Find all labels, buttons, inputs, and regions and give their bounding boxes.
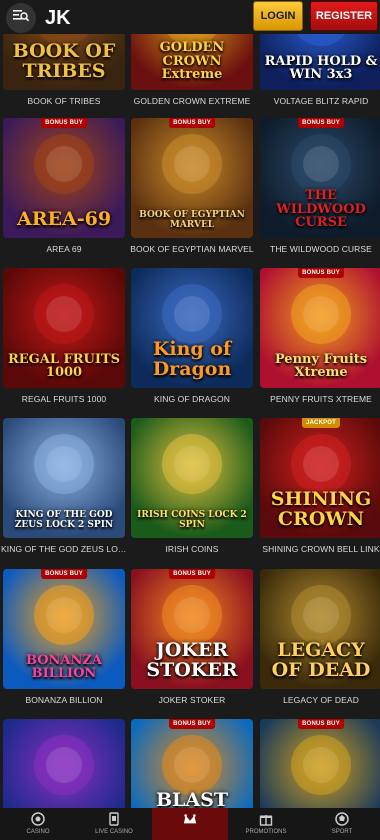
svg-text:JK: JK bbox=[45, 7, 71, 29]
bonus-buy-badge: BONUS BUY bbox=[169, 118, 215, 128]
bonus-buy-badge: BONUS BUY bbox=[41, 118, 87, 128]
header-bar: JK LOGIN REGISTER bbox=[0, 0, 380, 34]
game-thumbnail[interactable]: BOOK OF EGYPTIAN MARVEL BONUS BUY bbox=[131, 118, 253, 238]
game-caption[interactable]: THE WILDWOOD CURSE bbox=[258, 244, 380, 254]
game-thumbnail[interactable]: SHINING CROWN JACKPOT bbox=[260, 418, 380, 538]
game-art-title: BONANZA BILLION bbox=[26, 652, 102, 682]
nav-label: SPORT bbox=[331, 829, 353, 835]
game-art-title: IRISH COINS LOCK 2 SPIN bbox=[137, 510, 247, 530]
game-thumbnail[interactable]: JOKER STOKER BONUS BUY bbox=[131, 569, 253, 689]
nav-item-promotions[interactable]: PROMOTIONS bbox=[228, 808, 304, 840]
game-art-title: BOOK OF EGYPTIAN MARVEL bbox=[139, 210, 245, 230]
cards-icon bbox=[107, 812, 121, 826]
bonus-buy-badge: BONUS BUY bbox=[169, 569, 215, 579]
nav-item-live-casino[interactable]: LIVE CASINO bbox=[76, 808, 152, 840]
nav-item-games[interactable] bbox=[152, 808, 228, 840]
game-caption[interactable]: VOLTAGE BLITZ RAPID bbox=[258, 96, 380, 106]
jackpot-badge: JACKPOT bbox=[301, 418, 341, 428]
ball-icon bbox=[335, 812, 349, 826]
register-button[interactable]: REGISTER bbox=[310, 1, 378, 31]
game-caption[interactable]: LEGACY OF DEAD bbox=[258, 695, 380, 705]
game-caption[interactable]: KING OF THE GOD ZEUS LOCK 2 SPIN bbox=[1, 544, 127, 554]
game-art-title: GOLDEN CROWN Extreme bbox=[159, 40, 225, 83]
game-art-title: THE WILDWOOD CURSE bbox=[276, 188, 366, 231]
gift-icon bbox=[259, 812, 273, 826]
nav-label: CASINO bbox=[26, 829, 50, 835]
game-caption[interactable]: JOKER STOKER bbox=[129, 695, 255, 705]
game-thumbnail[interactable]: Penny Fruits Xtreme BONUS BUY bbox=[260, 268, 380, 388]
game-caption[interactable]: BONANZA BILLION bbox=[1, 695, 127, 705]
game-caption[interactable]: KING OF DRAGON bbox=[129, 394, 255, 404]
game-thumbnail[interactable]: KING OF THE GOD ZEUS LOCK 2 SPIN bbox=[3, 418, 125, 538]
game-caption[interactable]: BOOK OF TRIBES bbox=[1, 96, 127, 106]
game-thumbnail[interactable]: THE WILDWOOD CURSE BONUS BUY bbox=[260, 118, 380, 238]
jester-hat-icon bbox=[183, 812, 197, 826]
game-caption[interactable]: REGAL FRUITS 1000 bbox=[1, 394, 127, 404]
login-button[interactable]: LOGIN bbox=[253, 1, 303, 31]
game-art-title: RAPID HOLD & WIN 3x3 bbox=[264, 53, 378, 83]
game-thumbnail[interactable]: IRISH COINS LOCK 2 SPIN bbox=[131, 418, 253, 538]
nav-item-sport[interactable]: SPORT bbox=[304, 808, 380, 840]
game-caption[interactable]: GOLDEN CROWN EXTREME bbox=[129, 96, 255, 106]
game-thumbnail[interactable]: King of Dragon bbox=[131, 268, 253, 388]
game-caption[interactable]: PENNY FRUITS XTREME bbox=[258, 394, 380, 404]
game-thumbnail[interactable]: BONANZA BILLION BONUS BUY bbox=[3, 569, 125, 689]
game-art-title: JOKER STOKER bbox=[146, 639, 238, 682]
game-thumbnail[interactable]: AREA-69 BONUS BUY bbox=[3, 118, 125, 238]
game-art-title: SHINING CROWN bbox=[270, 488, 372, 531]
bonus-buy-badge: BONUS BUY bbox=[298, 118, 344, 128]
menu-search-icon bbox=[13, 9, 30, 28]
bonus-buy-badge: BONUS BUY bbox=[169, 719, 215, 729]
game-art-title: King of Dragon bbox=[152, 338, 232, 381]
menu-button[interactable] bbox=[6, 3, 36, 33]
nav-label: PROMOTIONS bbox=[245, 829, 287, 835]
game-art-title: AREA-69 bbox=[16, 208, 112, 231]
game-art-title: LEGACY OF DEAD bbox=[271, 639, 371, 682]
game-thumbnail[interactable]: REGAL FRUITS 1000 bbox=[3, 268, 125, 388]
game-caption[interactable]: SHINING CROWN BELL LINK bbox=[258, 544, 380, 554]
game-art-title: Penny Fruits Xtreme bbox=[274, 351, 368, 381]
game-art-title: KING OF THE GOD ZEUS LOCK 2 SPIN bbox=[14, 510, 114, 530]
bonus-buy-badge: BONUS BUY bbox=[298, 719, 344, 729]
casino-chip-icon bbox=[31, 812, 45, 826]
game-caption[interactable]: AREA 69 bbox=[1, 244, 127, 254]
bottom-nav: CASINO LIVE CASINO PROMOTIONS SPORT bbox=[0, 808, 380, 840]
bonus-buy-badge: BONUS BUY bbox=[298, 268, 344, 278]
game-art-title: REGAL FRUITS 1000 bbox=[7, 351, 121, 381]
site-logo[interactable]: JK bbox=[44, 2, 72, 30]
game-thumbnail[interactable]: LEGACY OF DEAD bbox=[260, 569, 380, 689]
bonus-buy-badge: BONUS BUY bbox=[41, 569, 87, 579]
nav-label: LIVE CASINO bbox=[95, 829, 133, 835]
page: BOOK OF TRIBES BOOK OF TRIBES GOLDEN CROW… bbox=[0, 0, 380, 840]
game-art-title: BOOK OF TRIBES bbox=[12, 40, 116, 83]
game-caption[interactable]: IRISH COINS bbox=[129, 544, 255, 554]
game-caption[interactable]: BOOK OF EGYPTIAN MARVEL bbox=[129, 244, 255, 254]
nav-item-casino[interactable]: CASINO bbox=[0, 808, 76, 840]
